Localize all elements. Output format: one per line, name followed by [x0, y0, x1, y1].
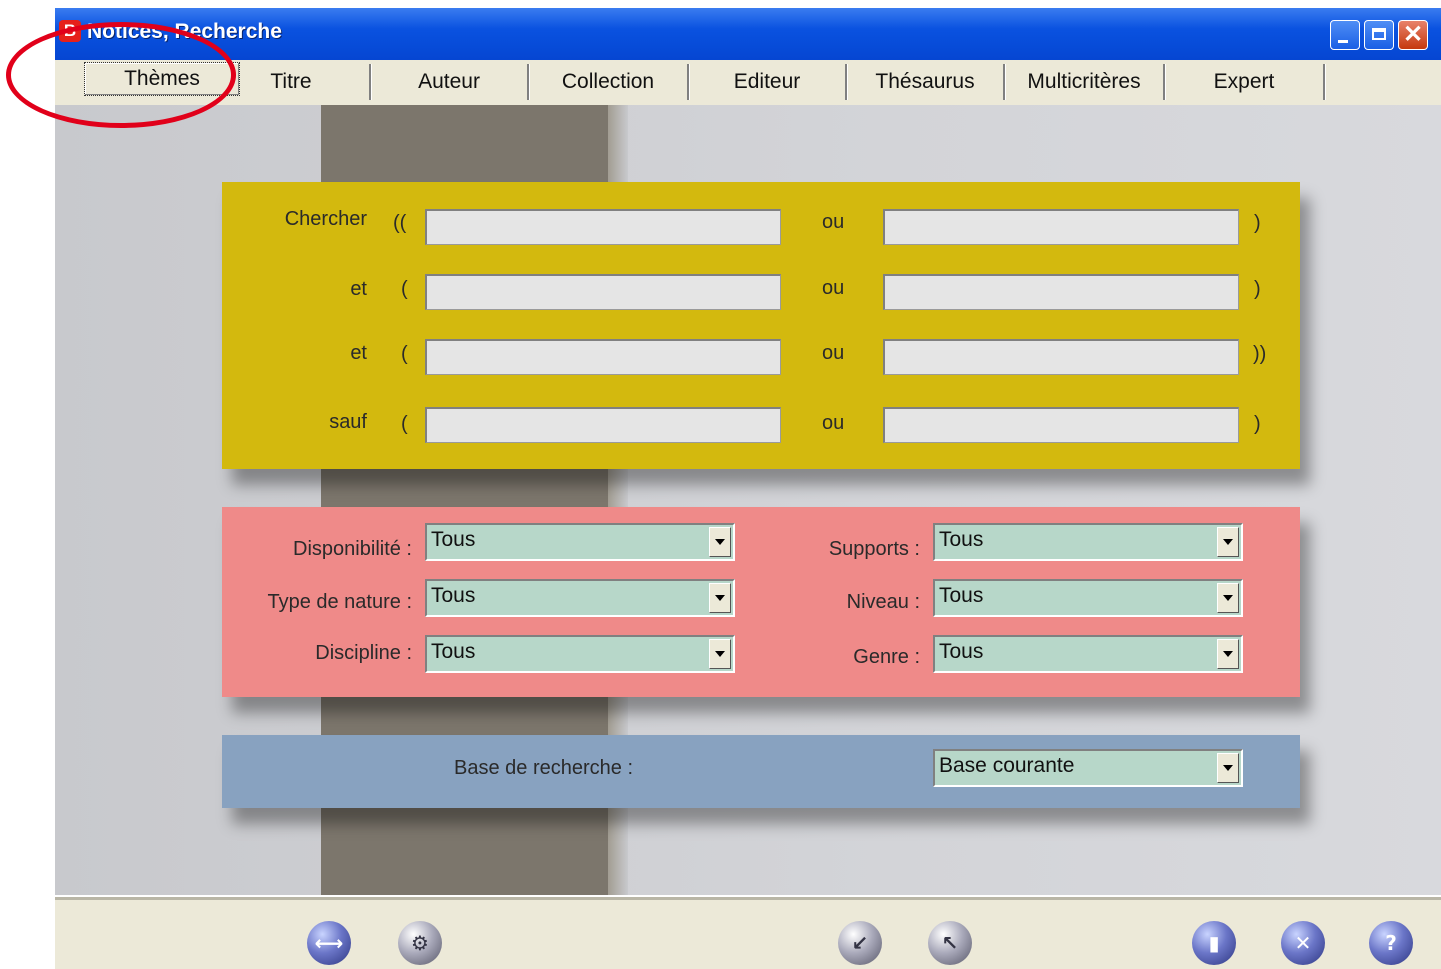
select-value: Tous — [431, 528, 476, 551]
chevron-down-icon[interactable] — [1217, 639, 1239, 669]
link-icon[interactable]: ⟷ — [307, 921, 351, 965]
or-label: ou — [822, 342, 845, 364]
search-field-4b[interactable] — [883, 407, 1239, 443]
tab-titre[interactable]: Titre — [213, 64, 371, 100]
content-area: Chercher (( ou ) et ( ou ) et ( ou )) sa… — [55, 105, 1441, 895]
supports-label: Supports : — [828, 538, 920, 560]
tab-auteur[interactable]: Auteur — [371, 64, 529, 100]
base-label: Base de recherche : — [454, 757, 633, 779]
niveau-select[interactable]: Tous — [933, 579, 1243, 617]
row-label: Chercher — [284, 208, 367, 230]
or-label: ou — [822, 412, 845, 434]
close-icon[interactable]: ✕ — [1281, 921, 1325, 965]
select-value: Tous — [431, 584, 476, 607]
help-icon[interactable]: ? — [1369, 921, 1413, 965]
tab-editeur[interactable]: Editeur — [689, 64, 847, 100]
search-window: B Notices, Recherche ✕ Thèmes Titre Aute… — [55, 8, 1441, 969]
tab-thesaurus[interactable]: Thésaurus — [847, 64, 1005, 100]
chevron-down-icon[interactable] — [1217, 753, 1239, 783]
disponibilite-label: Disponibilité : — [293, 538, 412, 560]
or-label: ou — [822, 277, 845, 299]
niveau-label: Niveau : — [846, 591, 920, 613]
search-field-4a[interactable] — [425, 407, 781, 443]
type-nature-select[interactable]: Tous — [425, 579, 735, 617]
open-paren: ( — [401, 278, 408, 300]
tab-multicriteres[interactable]: Multicritères — [1005, 64, 1165, 100]
row-label: et — [350, 278, 367, 300]
or-label: ou — [822, 211, 845, 233]
select-value: Base courante — [939, 754, 1075, 777]
window-title: Notices, Recherche — [87, 20, 282, 43]
search-field-3b[interactable] — [883, 339, 1239, 375]
base-select[interactable]: Base courante — [933, 749, 1243, 787]
maximize-button[interactable] — [1364, 20, 1394, 50]
search-terms-panel: Chercher (( ou ) et ( ou ) et ( ou )) sa… — [222, 182, 1300, 469]
genre-label: Genre : — [853, 646, 920, 668]
tab-expert[interactable]: Expert — [1165, 64, 1325, 100]
close-paren: ) — [1254, 278, 1261, 300]
app-logo-icon: B — [59, 20, 81, 42]
select-value: Tous — [939, 584, 984, 607]
search-field-3a[interactable] — [425, 339, 781, 375]
chevron-down-icon[interactable] — [709, 527, 731, 557]
open-paren: (( — [393, 212, 407, 234]
tab-bar: Thèmes Titre Auteur Collection Editeur T… — [55, 60, 1441, 105]
bottom-toolbar: ⟷ ⚙ ↙ ↖ ▮ ✕ ? — [55, 895, 1441, 969]
search-field-1b[interactable] — [883, 209, 1239, 245]
chevron-down-icon[interactable] — [709, 639, 731, 669]
close-paren: )) — [1253, 343, 1267, 365]
base-panel: Base de recherche : Base courante — [222, 735, 1300, 808]
filters-panel: Disponibilité : Tous Type de nature : To… — [222, 507, 1300, 697]
row-label: sauf — [329, 411, 367, 433]
close-paren: ) — [1254, 413, 1261, 435]
chevron-down-icon[interactable] — [1217, 527, 1239, 557]
close-paren: ) — [1254, 212, 1261, 234]
select-value: Tous — [939, 528, 984, 551]
export-icon[interactable]: ↖ — [928, 921, 972, 965]
chevron-down-icon[interactable] — [709, 583, 731, 613]
search-field-2b[interactable] — [883, 274, 1239, 310]
tab-collection[interactable]: Collection — [529, 64, 689, 100]
discipline-select[interactable]: Tous — [425, 635, 735, 673]
eraser-icon[interactable]: ▮ — [1192, 921, 1236, 965]
minimize-button[interactable] — [1330, 20, 1360, 50]
type-nature-label: Type de nature : — [267, 591, 412, 613]
genre-select[interactable]: Tous — [933, 635, 1243, 673]
title-bar[interactable]: B Notices, Recherche ✕ — [55, 8, 1441, 60]
supports-select[interactable]: Tous — [933, 523, 1243, 561]
discipline-label: Discipline : — [315, 642, 412, 664]
select-value: Tous — [431, 640, 476, 663]
import-icon[interactable]: ↙ — [838, 921, 882, 965]
open-paren: ( — [401, 413, 408, 435]
search-field-1a[interactable] — [425, 209, 781, 245]
disponibilite-select[interactable]: Tous — [425, 523, 735, 561]
chevron-down-icon[interactable] — [1217, 583, 1239, 613]
settings-gear-icon[interactable]: ⚙ — [398, 921, 442, 965]
close-window-button[interactable]: ✕ — [1398, 20, 1428, 50]
row-label: et — [350, 342, 367, 364]
search-field-2a[interactable] — [425, 274, 781, 310]
open-paren: ( — [401, 343, 408, 365]
select-value: Tous — [939, 640, 984, 663]
